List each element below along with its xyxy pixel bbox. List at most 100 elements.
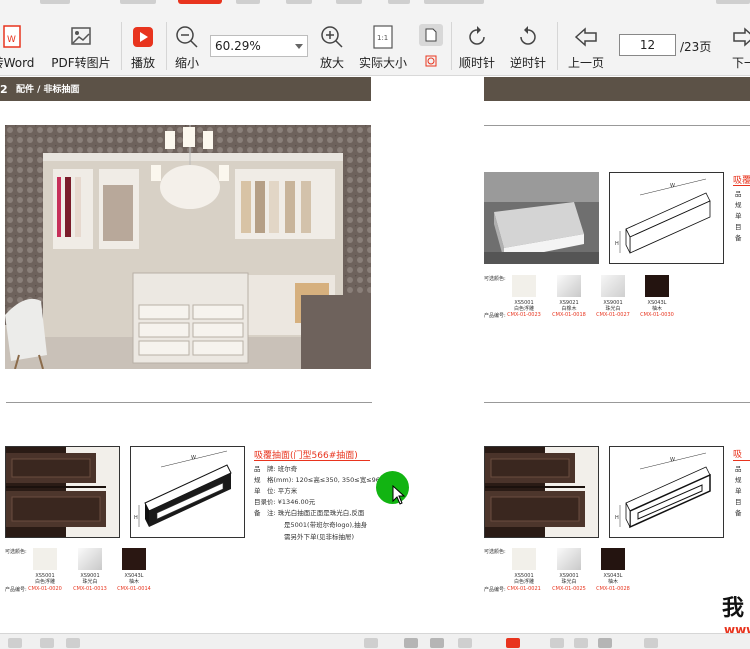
spec-label: 品 (735, 465, 742, 473)
status-icon[interactable] (364, 638, 378, 648)
section-divider (484, 125, 750, 126)
pdf-to-image-button[interactable]: PDF转图片 (50, 6, 112, 76)
toolbar: W 转Word PDF转图片 播放 缩小 60.29% (0, 6, 750, 76)
zoom-in-icon (319, 24, 345, 50)
page-number-label: 2 (0, 83, 8, 96)
previous-page-button[interactable]: 上一页 (564, 6, 608, 76)
search-area[interactable] (716, 0, 750, 4)
spec-label: 规 (735, 201, 742, 209)
zoom-level-value: 60.29% (215, 39, 261, 53)
product-title-partial: 吸 (733, 450, 743, 460)
status-bar (0, 633, 750, 649)
toolbar-divider (451, 22, 452, 70)
spec-brand: 品 牌: 班尔奇 (254, 465, 298, 473)
status-icon[interactable] (550, 638, 564, 648)
status-icon[interactable] (506, 638, 520, 648)
color-swatch (122, 548, 146, 570)
menu-item[interactable] (286, 0, 312, 4)
spec-label: 备 (735, 509, 742, 517)
color-swatch (33, 548, 57, 570)
view-mode-button[interactable] (458, 638, 472, 648)
to-word-button[interactable]: W 转Word (0, 6, 38, 76)
drawer-photo (5, 446, 120, 538)
view-mode-button[interactable] (430, 638, 444, 648)
page-header-band (484, 77, 750, 101)
colors-label: 可选颜色: (484, 276, 506, 282)
product-title-underline (254, 460, 370, 461)
color-swatch (601, 548, 625, 570)
swatch-name: XS043L 柚木 (647, 300, 667, 312)
swatch-code: CMX-01-0014 (117, 586, 151, 592)
status-icon[interactable] (8, 638, 22, 648)
rotate-clockwise-button[interactable]: 顺时针 (455, 6, 499, 76)
zoom-in-button[interactable]: 放大 (314, 6, 350, 76)
fit-page-button[interactable] (419, 50, 443, 72)
spec-label: 备 (735, 234, 742, 242)
swatch-code: CMX-01-0021 (507, 586, 541, 592)
section-divider (6, 402, 372, 403)
rotate-counterclockwise-icon (515, 24, 541, 50)
color-swatch (645, 275, 669, 297)
product-title-underline (733, 460, 750, 461)
menu-item[interactable] (40, 0, 70, 4)
spec-note: 备 注: 珠光白抽面正面是珠光白,反面 (254, 509, 365, 517)
menu-item[interactable] (424, 0, 484, 4)
wardrobe-photo (5, 125, 371, 369)
status-icon[interactable] (598, 638, 612, 648)
svg-text:W: W (670, 183, 675, 189)
single-page-view-button[interactable] (419, 24, 443, 46)
image-icon (68, 24, 94, 50)
color-swatch (601, 275, 625, 297)
drawer-front-drawing: W H (609, 446, 724, 538)
spec-note-line3: 需另外下单(见非标抽屉) (284, 533, 355, 541)
status-icon[interactable] (644, 638, 658, 648)
color-swatch (557, 548, 581, 570)
swatch-code: CMX-01-0025 (552, 586, 586, 592)
pdf-to-image-label: PDF转图片 (51, 56, 111, 70)
play-icon (130, 24, 156, 50)
svg-text:W: W (191, 455, 196, 461)
swatch-name: XS9001 珠光白 (80, 573, 100, 585)
page-total: /23页 (680, 40, 712, 54)
spec-label: 单 (735, 212, 742, 220)
play-button[interactable]: 播放 (126, 6, 160, 76)
rotate-counterclockwise-label: 逆时针 (509, 56, 546, 70)
svg-text:1:1: 1:1 (377, 34, 388, 42)
swatch-name: XS043L 柚木 (124, 573, 144, 585)
next-page-button[interactable]: 下一 (722, 6, 750, 76)
zoom-level-select[interactable]: 60.29% (210, 35, 308, 57)
swatch-code: CMX-01-0020 (28, 586, 62, 592)
status-icon[interactable] (40, 638, 54, 648)
pdf-reader-window: W 转Word PDF转图片 播放 缩小 60.29% (0, 0, 750, 649)
swatch-code: CMX-01-0013 (73, 586, 107, 592)
swatch-code: CMX-01-0028 (596, 586, 630, 592)
document-view[interactable]: 2 配件 / 非标抽面 W H 吸覆抽面(门型566#抽面) 品 牌: 班尔奇 … (0, 77, 750, 633)
swatch-name: XS9001 珠光白 (603, 300, 623, 312)
page-number-input[interactable]: 12 (619, 34, 676, 56)
section-divider (484, 402, 750, 403)
zoom-out-button[interactable]: 缩小 (170, 6, 204, 76)
menu-item[interactable] (120, 0, 156, 4)
spec-label: 单 (735, 487, 742, 495)
swatch-name: XS043L 柚木 (603, 573, 623, 585)
swatch-code: CMX-01-0018 (552, 312, 586, 318)
rotate-clockwise-label: 顺时针 (458, 56, 495, 70)
menu-item[interactable] (388, 0, 410, 4)
view-mode-button[interactable] (404, 638, 418, 648)
rotate-counterclockwise-button[interactable]: 逆时针 (506, 6, 550, 76)
status-icon[interactable] (574, 638, 588, 648)
drawer-front-drawing: W H (130, 446, 245, 538)
color-swatch (557, 275, 581, 297)
menu-item[interactable] (336, 0, 362, 4)
actual-size-button[interactable]: 1:1 实际大小 (356, 6, 410, 76)
toolbar-divider (557, 22, 558, 70)
active-menu-tab[interactable] (178, 0, 222, 4)
spec-size: 规 格(mm): 120≤高≤350, 350≤宽≤960 (254, 476, 385, 484)
spec-label: 目 (735, 498, 742, 506)
spec-label: 规 (735, 476, 742, 484)
status-icon[interactable] (66, 638, 80, 648)
menu-item[interactable] (236, 0, 260, 4)
word-icon: W (0, 24, 26, 50)
svg-text:W: W (670, 457, 675, 463)
page-header-title: 配件 / 非标抽面 (16, 85, 80, 95)
